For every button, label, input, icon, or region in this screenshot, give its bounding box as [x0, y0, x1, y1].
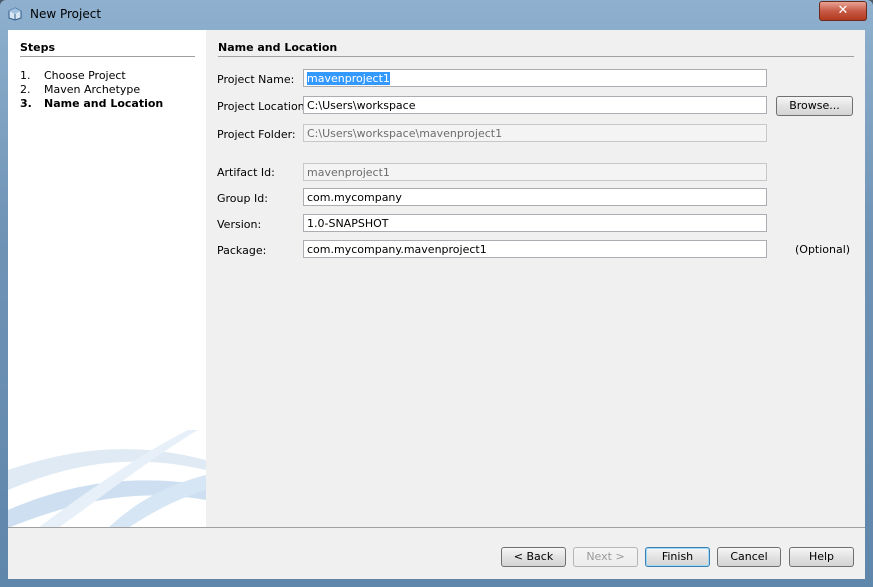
step-label: Name and Location	[44, 97, 164, 110]
step-number: 1.	[20, 69, 31, 82]
project-name-label: Project Name:	[217, 73, 295, 86]
project-location-label: Project Location:	[217, 100, 309, 113]
next-button[interactable]: Next >	[573, 547, 638, 567]
steps-panel: Steps 1. Choose Project 2. Maven Archety…	[8, 30, 206, 528]
panel-divider	[218, 56, 854, 57]
steps-title: Steps	[20, 41, 56, 54]
close-icon: ✕	[837, 3, 849, 18]
optional-hint: (Optional)	[795, 243, 851, 256]
window-title: New Project	[30, 7, 102, 21]
name-and-location-panel: Name and Location Project Name: mavenpro…	[206, 30, 865, 528]
step-number: 3.	[20, 97, 32, 110]
project-location-input[interactable]: C:\Users\workspace	[303, 96, 767, 114]
group-id-input[interactable]: com.mycompany	[303, 188, 767, 206]
netbeans-cube-icon	[8, 7, 22, 21]
button-bar: < Back Next > Finish Cancel Help	[8, 528, 865, 579]
dialog-body: Steps 1. Choose Project 2. Maven Archety…	[8, 30, 865, 579]
close-button[interactable]: ✕	[819, 1, 867, 21]
cancel-button[interactable]: Cancel	[717, 547, 781, 567]
step-label: Maven Archetype	[44, 83, 141, 96]
step-number: 2.	[20, 83, 31, 96]
panel-title: Name and Location	[218, 41, 338, 54]
help-button[interactable]: Help	[789, 547, 854, 567]
title-bar[interactable]: New Project ✕	[0, 0, 873, 28]
version-input[interactable]: 1.0-SNAPSHOT	[303, 214, 767, 232]
project-name-selected-text: mavenproject1	[307, 72, 390, 85]
artifact-id-field: mavenproject1	[303, 163, 767, 181]
browse-button[interactable]: Browse...	[776, 96, 853, 116]
back-button[interactable]: < Back	[501, 547, 566, 567]
artifact-id-label: Artifact Id:	[217, 166, 275, 179]
project-folder-field: C:\Users\workspace\mavenproject1	[303, 124, 767, 142]
group-id-label: Group Id:	[217, 192, 268, 205]
step-label: Choose Project	[44, 69, 126, 82]
version-label: Version:	[217, 218, 262, 231]
finish-button[interactable]: Finish	[645, 547, 710, 567]
dialog-window: New Project ✕ Steps 1. Choose Project 2.…	[0, 0, 873, 587]
decorative-swoosh-graphic	[8, 430, 206, 528]
package-input[interactable]: com.mycompany.mavenproject1	[303, 240, 767, 258]
project-name-input[interactable]: mavenproject1	[303, 69, 767, 87]
project-folder-label: Project Folder:	[217, 128, 296, 141]
steps-divider	[20, 56, 195, 57]
package-label: Package:	[217, 244, 267, 257]
